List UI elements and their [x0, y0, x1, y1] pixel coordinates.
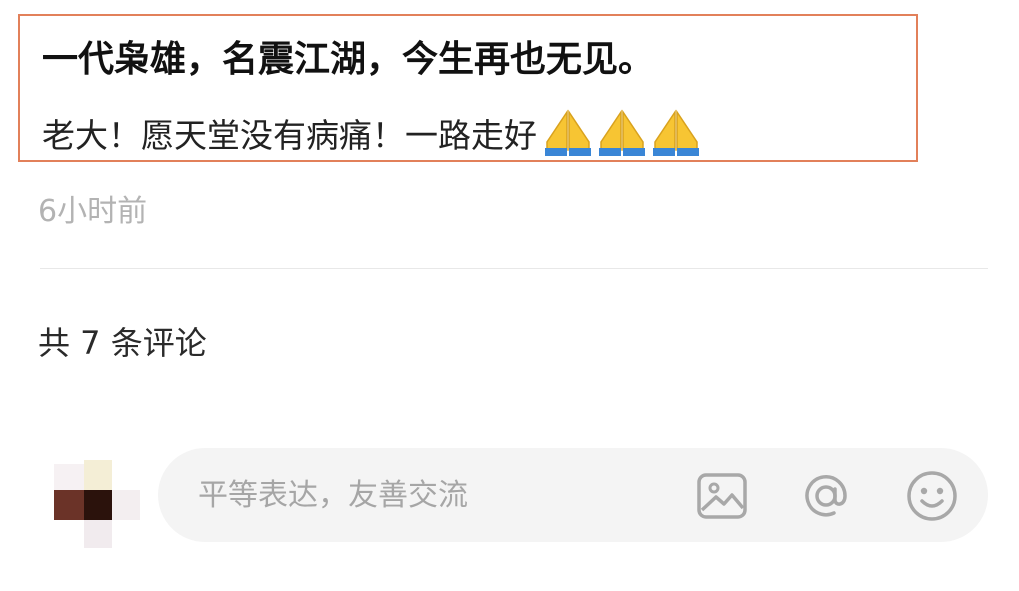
- folded-hands-icon: [545, 109, 591, 156]
- folded-hands-icon: [653, 109, 699, 156]
- avatar[interactable]: [54, 460, 144, 550]
- image-icon[interactable]: [694, 468, 750, 524]
- at-icon[interactable]: [798, 468, 854, 524]
- emoji-row: [541, 108, 703, 158]
- post-timestamp: 6小时前: [38, 194, 148, 229]
- smiley-icon[interactable]: [904, 468, 960, 524]
- post-body-text: 老大！愿天堂没有病痛！一路走好: [42, 116, 537, 155]
- divider: [40, 268, 988, 269]
- comment-input[interactable]: [198, 448, 678, 542]
- comment-bar: [158, 448, 988, 542]
- post-title: 一代枭雄，名震江湖，今生再也无见。: [42, 39, 655, 80]
- comment-count: 共 7 条评论: [38, 324, 207, 362]
- post-body: 老大！愿天堂没有病痛！一路走好: [42, 108, 703, 158]
- folded-hands-icon: [599, 109, 645, 156]
- post-content-highlight: 一代枭雄，名震江湖，今生再也无见。 老大！愿天堂没有病痛！一路走好: [18, 14, 918, 162]
